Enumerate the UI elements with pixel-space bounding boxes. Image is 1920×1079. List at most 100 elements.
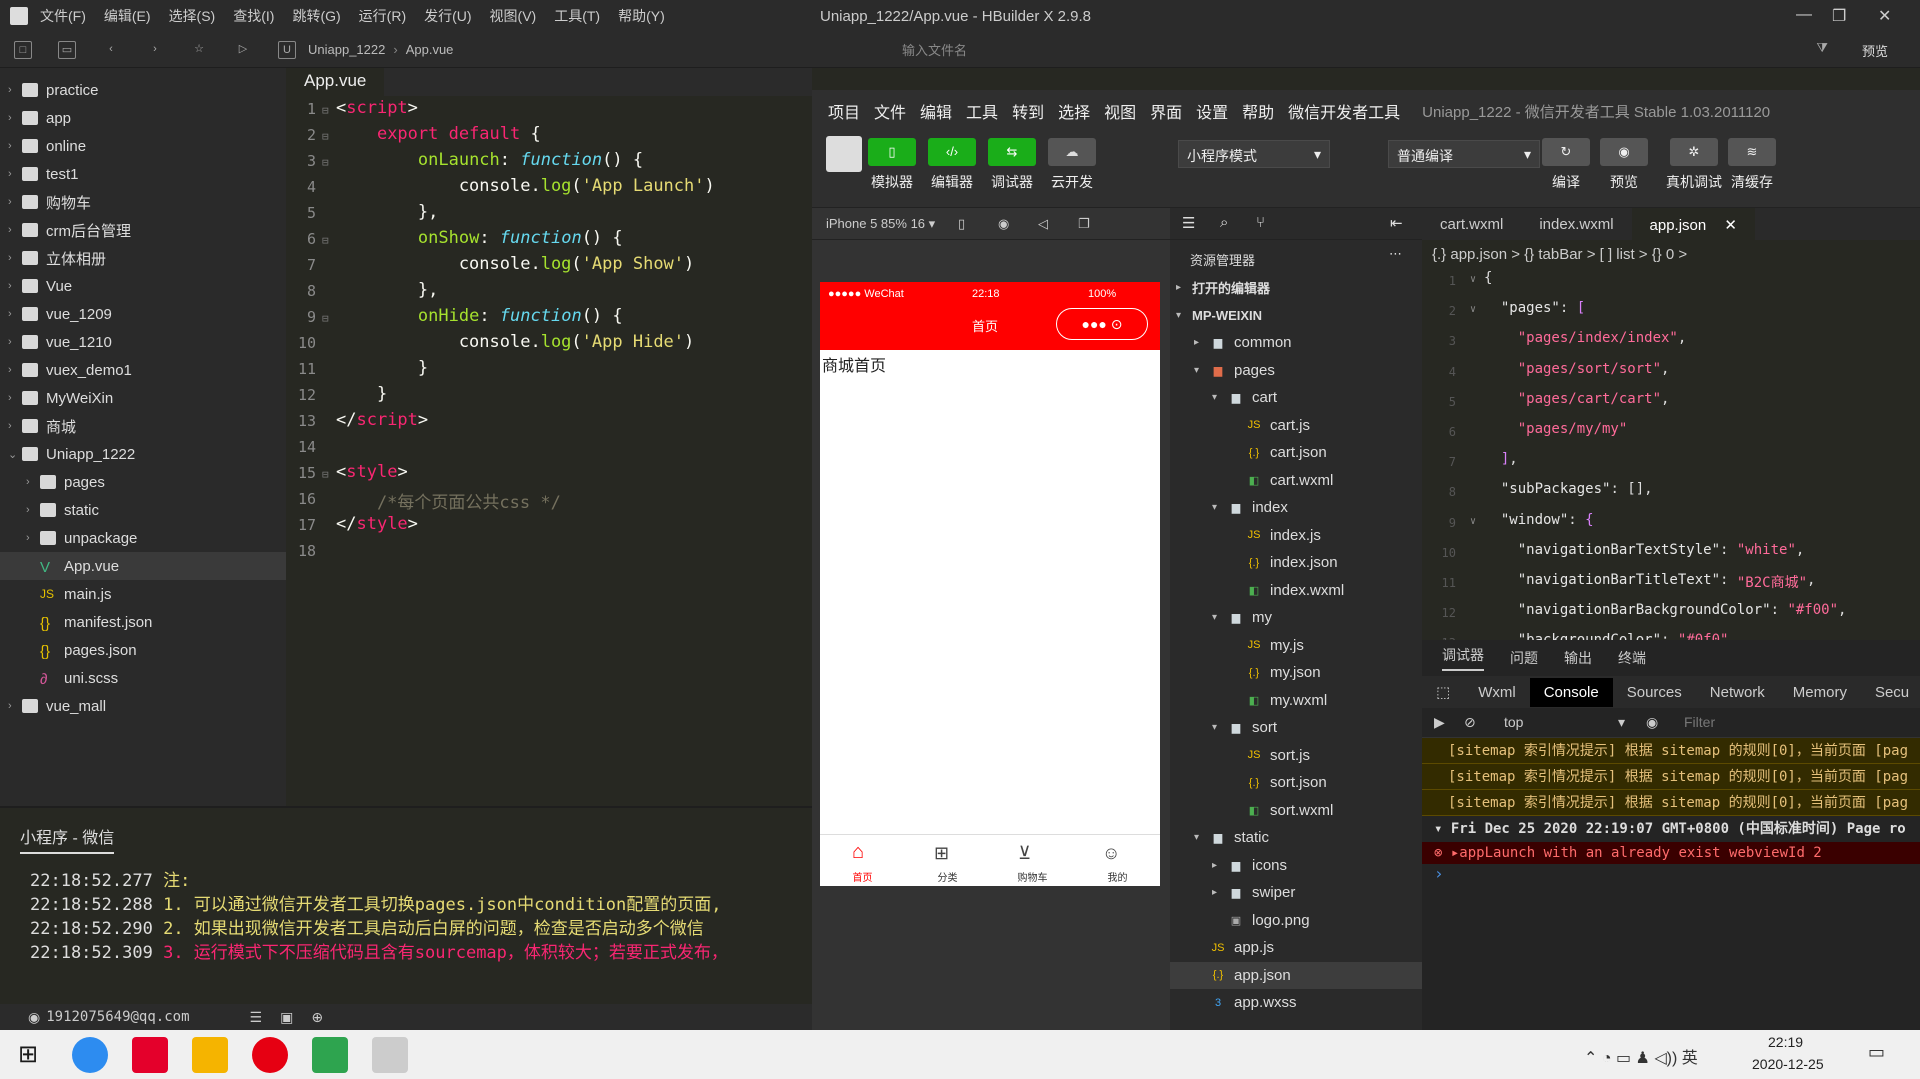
chevron-icon[interactable]: ▾ [1194,832,1210,843]
remote-debug-icon[interactable]: ✲ [1670,138,1718,166]
menu-run[interactable]: 运行(R) [359,6,406,26]
explorer-item[interactable]: 3 app.wxss [1170,989,1422,1017]
tab-wxml[interactable]: Wxml [1464,678,1530,707]
chevron-icon[interactable]: › [8,420,22,432]
chevron-icon[interactable]: › [8,112,22,124]
wx-menu-select[interactable]: 选择 [1058,99,1090,123]
json-breadcrumb[interactable]: {.} app.json > {} tabBar > [ ] list > {}… [1422,240,1920,270]
wx-menu-file[interactable]: 文件 [874,99,906,123]
tree-item[interactable]: › test1 [0,160,286,188]
tab-problems[interactable]: 问题 [1510,648,1538,668]
explorer-item[interactable]: ▾ ▆ my [1170,604,1422,632]
wx-menu-view[interactable]: 视图 [1104,99,1136,123]
chevron-icon[interactable]: › [8,252,22,264]
chevron-icon[interactable]: › [8,140,22,152]
forward-icon[interactable]: › [146,41,164,59]
record-icon[interactable]: ◉ [998,216,1009,232]
explorer-item[interactable]: ◧ index.wxml [1170,577,1422,605]
tree-item[interactable]: › crm后台管理 [0,216,286,244]
tab-memory[interactable]: Memory [1779,678,1861,707]
wechat-devtools-icon[interactable] [372,1036,409,1073]
sidebar-toggle-icon[interactable]: ▶ [1434,714,1445,731]
chevron-icon[interactable]: › [8,224,22,236]
date-group[interactable]: ▾ Fri Dec 25 2020 22:19:07 GMT+0800 (中国标… [1422,816,1920,842]
explorer-item[interactable]: JS my.js [1170,632,1422,660]
explorer-item[interactable]: ▾ MP-WEIXIN [1170,302,1422,330]
cloud-icon[interactable]: ☁ [1048,138,1096,166]
tree-item[interactable]: › Vue [0,272,286,300]
clear-cache-icon[interactable]: ≋ [1728,138,1776,166]
tab-debugger[interactable]: 调试器 [1442,645,1484,671]
tab-index-wxml[interactable]: index.wxml [1521,208,1631,240]
tab-security[interactable]: Secu [1861,678,1920,707]
chevron-icon[interactable]: › [8,336,22,348]
explorer-item[interactable]: {.} sort.json [1170,769,1422,797]
cloud-button[interactable]: 云开发 [1051,174,1093,190]
more-icon[interactable]: ⋯ [1389,246,1402,262]
menu-help[interactable]: 帮助(Y) [618,6,665,26]
context-select[interactable]: top [1504,714,1523,730]
explorer-item[interactable]: {.} index.json [1170,549,1422,577]
chevron-icon[interactable]: ▾ [1194,365,1210,376]
chevron-icon[interactable]: ▾ [1212,612,1228,623]
tree-item[interactable]: {} pages.json [0,636,286,664]
simulator-button[interactable]: 模拟器 [871,174,913,190]
menu-tools[interactable]: 工具(T) [554,6,600,26]
code-area[interactable]: 1 ⊟ < script > 2 ⊟ export default { 3 ⊟ onLaun… [286,96,812,566]
menu-publish[interactable]: 发行(U) [424,6,471,26]
chevron-icon[interactable]: › [8,196,22,208]
tab-cart[interactable]: 购物车 [990,835,1075,886]
youdao-icon[interactable] [132,1036,169,1073]
tree-item[interactable]: V App.vue [0,552,286,580]
tray-icons[interactable]: ⌃ ◔ ▭ ♟ ◁)) 英 [1584,1044,1698,1068]
debugger-button[interactable]: 调试器 [991,174,1033,190]
wx-menu-help[interactable]: 帮助 [1242,99,1274,123]
avatar[interactable] [826,136,862,172]
chevron-icon[interactable]: ▾ [1212,722,1228,733]
eye-icon[interactable]: ◉ [1646,714,1658,731]
terminal-icon[interactable]: ▣ [280,1009,293,1026]
globe-icon[interactable]: ⊕ [311,1009,323,1026]
mode-select[interactable]: 小程序模式 ▾ [1178,140,1330,168]
tree-item[interactable]: › app [0,104,286,132]
tab-sources[interactable]: Sources [1613,678,1696,707]
tree-item[interactable]: › pages [0,468,286,496]
explorer-item[interactable]: ▸ ▆ swiper [1170,879,1422,907]
wx-menu-devtools[interactable]: 微信开发者工具 [1288,99,1400,123]
chrome-icon[interactable] [72,1036,109,1073]
tree-item[interactable]: › static [0,496,286,524]
phone-icon[interactable]: ▯ [958,216,965,232]
clear-cache-button[interactable]: 清缓存 [1731,174,1773,190]
explorer-item[interactable]: JS sort.js [1170,742,1422,770]
tab-cart-wxml[interactable]: cart.wxml [1422,208,1521,240]
tree-item[interactable]: › 立体相册 [0,244,286,272]
close-window-icon[interactable]: ✕ [1878,6,1891,26]
tree-item[interactable]: › practice [0,76,286,104]
chevron-icon[interactable]: ⌄ [8,448,22,461]
close-tab-icon[interactable]: ✕ [1724,217,1737,234]
window-icon[interactable]: ❐ [1078,216,1090,232]
explorer-item[interactable]: {.} my.json [1170,659,1422,687]
tree-item[interactable]: › vue_1210 [0,328,286,356]
taskbar-time[interactable]: 22:19 [1768,1034,1803,1050]
tree-item[interactable]: ∂ uni.scss [0,664,286,692]
chevron-icon[interactable]: › [8,280,22,292]
breadcrumb-project[interactable]: Uniapp_1222 [308,42,385,57]
compile-button[interactable]: 编译 [1552,174,1580,190]
menu-edit[interactable]: 编辑(E) [104,6,151,26]
explorer-item[interactable]: JS cart.js [1170,412,1422,440]
taskbar-date[interactable]: 2020-12-25 [1752,1056,1824,1072]
back-icon[interactable]: ‹ [102,41,120,59]
chevron-icon[interactable]: ▸ [1194,337,1210,348]
tree-item[interactable]: › vue_1209 [0,300,286,328]
chevron-down-icon[interactable]: ▾ [1618,714,1625,731]
phone-screen[interactable]: ●●●●● WeChat 22:18 100% 首页 ●●● ⊙ 商城首页 首页… [820,282,1160,886]
clear-icon[interactable]: ⊘ [1464,714,1476,731]
chevron-icon[interactable]: › [26,532,40,544]
tab-console[interactable]: Console [1529,677,1613,707]
branch-icon[interactable]: ⑂ [1256,214,1265,231]
file-explorer-icon[interactable] [192,1036,229,1073]
explorer-item[interactable]: ▾ ▆ cart [1170,384,1422,412]
chevron-icon[interactable]: › [8,308,22,320]
code-editor[interactable]: App.vue 1 ⊟ < script > 2 ⊟ export default { 3… [286,68,812,806]
